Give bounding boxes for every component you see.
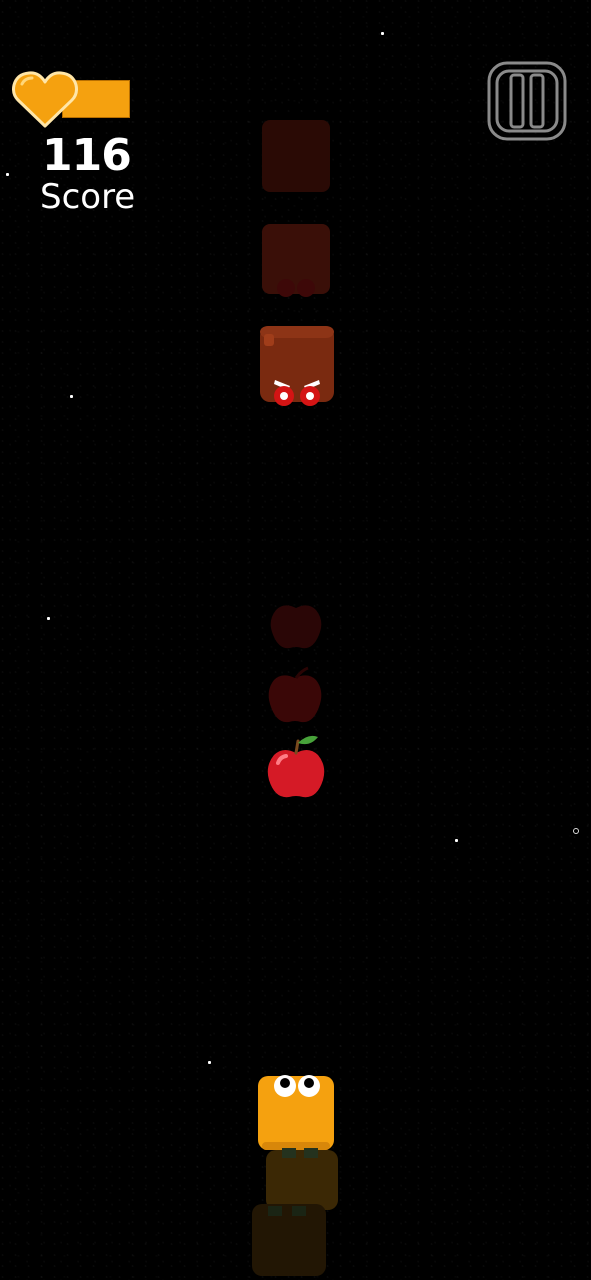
player-trail <box>252 1204 326 1276</box>
star <box>47 617 50 620</box>
enemy-block <box>260 326 334 406</box>
star <box>208 1061 211 1064</box>
player-block[interactable] <box>256 1070 336 1152</box>
enemy-trail <box>262 120 330 192</box>
star <box>70 395 73 398</box>
apple-trail <box>268 666 322 723</box>
apple <box>267 735 325 798</box>
apple-trail <box>270 605 322 649</box>
score-label: Score <box>40 177 136 217</box>
pause-icon[interactable] <box>487 61 567 141</box>
star <box>455 839 458 842</box>
star <box>381 32 384 35</box>
enemy-trail <box>262 224 330 297</box>
health-meter <box>12 70 130 130</box>
game-screen[interactable]: 116 Score <box>0 0 591 1280</box>
score-value: 116 <box>42 130 132 181</box>
heart-icon <box>12 71 78 128</box>
star <box>573 828 579 834</box>
star <box>6 173 9 176</box>
